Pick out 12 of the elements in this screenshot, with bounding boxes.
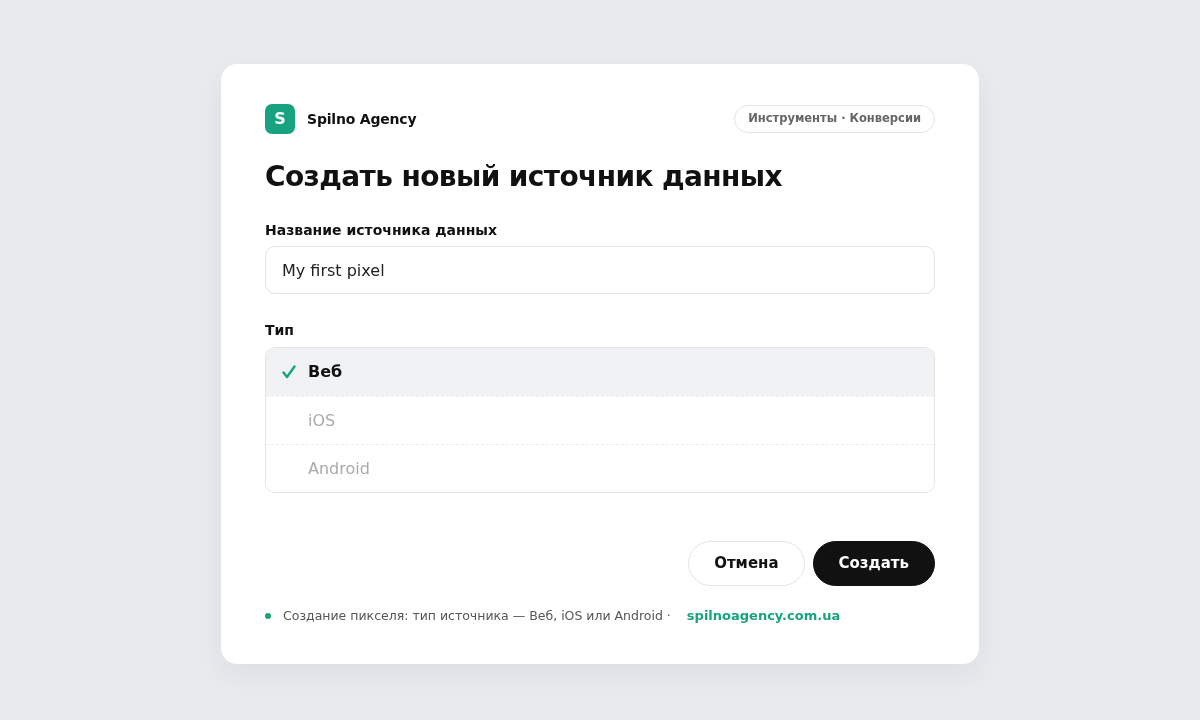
input-field[interactable]: My first pixel (265, 246, 935, 295)
field-label: Тип (265, 322, 296, 340)
type-option[interactable]: Веб (266, 348, 934, 397)
status-dot-icon (265, 612, 271, 619)
logo-icon: S (265, 104, 295, 134)
footer-text: Создание пикселя: тип источника — Веб, iOS или Android · (282, 606, 671, 625)
check-icon (282, 365, 296, 380)
brand-name: Spilno Agency (307, 109, 417, 129)
field-label: Название источника данных (265, 221, 498, 239)
dialog-title: Создать новый источник данных (265, 160, 784, 194)
create-button[interactable]: Создать (812, 541, 935, 587)
cancel-button[interactable]: Отмена (688, 541, 805, 587)
